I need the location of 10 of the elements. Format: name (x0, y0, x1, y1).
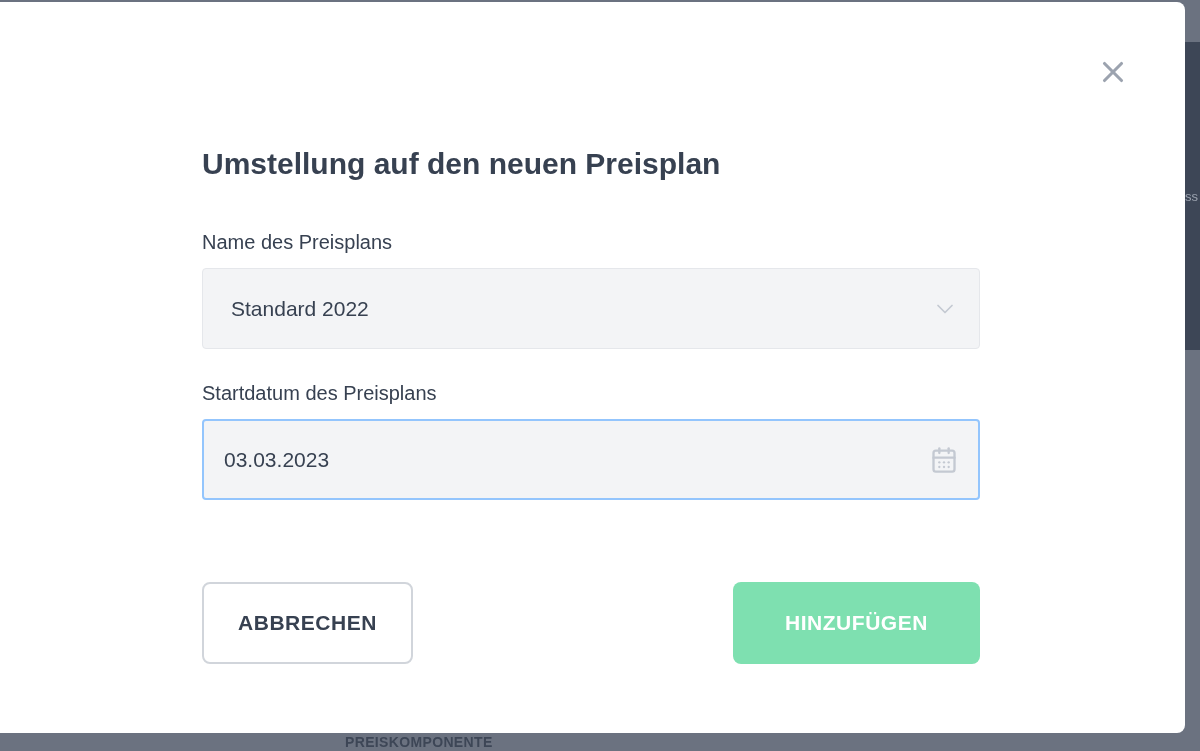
field-label: Name des Preisplans (202, 230, 394, 255)
field-value: Standard 2022 (231, 295, 369, 322)
field-value: 03.03.2023 (224, 446, 330, 473)
cancel-button[interactable]: ABBRECHEN (202, 582, 413, 664)
background-text: ss (1185, 189, 1198, 203)
dialog-title: Umstellung auf den neuen Preisplan (202, 146, 722, 182)
date-field[interactable]: 03.03.2023 (202, 419, 980, 500)
field-label: Startdatum des Preisplans (202, 381, 438, 406)
calendar-icon (930, 445, 958, 474)
select-field[interactable]: Standard 2022 (202, 268, 980, 349)
